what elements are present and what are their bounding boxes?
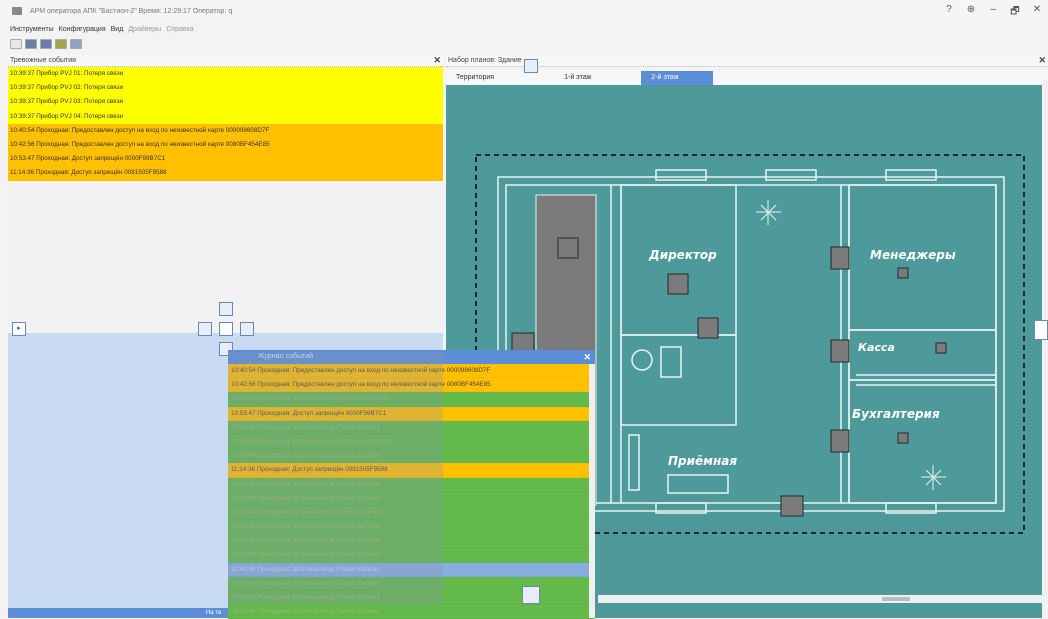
- menu-tools[interactable]: Инструменты: [10, 26, 54, 33]
- journal-scrollbar[interactable]: [589, 364, 595, 618]
- room-label-accounting: Бухгалтерия: [852, 407, 940, 421]
- minimize-button[interactable]: –: [986, 4, 1000, 21]
- settings-icon[interactable]: ⊕: [964, 4, 978, 21]
- dock-preview-overlay: [228, 352, 443, 605]
- dock-right-inner-icon[interactable]: [240, 322, 254, 336]
- help-icon[interactable]: ?: [942, 4, 956, 21]
- menu-configuration[interactable]: Конфигурация: [59, 26, 106, 33]
- alarm-panel-title: Тревожные события: [10, 57, 76, 64]
- plan-panel-title: Набор планов: Здание: [448, 57, 522, 64]
- alarm-list: 10:39:37 Прибор PVJ 01: Потеря связи 10:3…: [8, 67, 443, 181]
- grid-icon[interactable]: [25, 39, 37, 49]
- alarm-events-panel: Тревожные события ✕ 10:39:37 Прибор PVJ …: [8, 55, 443, 333]
- alarm-row[interactable]: 10:39:37 Прибор PVJ 04: Потеря связи: [8, 109, 443, 124]
- menu-drivers[interactable]: Драйверы: [128, 26, 161, 33]
- alarm-row[interactable]: 10:39:37 Прибор PVJ 02: Потеря связи: [8, 81, 443, 96]
- close-icon[interactable]: ✕: [583, 350, 591, 364]
- window-title: АРМ оператора АПК "Бастион-2" Время: 12:…: [30, 7, 233, 15]
- dock-top-guide-icon[interactable]: [524, 59, 538, 73]
- app-icon: [12, 7, 22, 15]
- window-controls: ? ⊕ – 🗗 ✕: [942, 4, 1044, 21]
- alarm-row[interactable]: 10:39:37 Прибор PVJ 03: Потеря связи: [8, 95, 443, 110]
- plan-tabs: Территория 1-й этаж 2-й этаж: [446, 71, 1048, 85]
- plan-horizontal-scrollbar[interactable]: [598, 595, 1048, 603]
- alarm-row[interactable]: 11:14:36 Проходная: Доступ запрещён 0081…: [8, 166, 443, 181]
- room-label-managers: Менеджеры: [870, 248, 956, 262]
- network-icon[interactable]: [70, 39, 82, 49]
- tab-floor-2[interactable]: 2-й этаж: [641, 71, 714, 85]
- dock-left-inner-icon[interactable]: [198, 322, 212, 336]
- status-text: На те: [206, 610, 222, 616]
- tab-floor-1[interactable]: 1-й этаж: [504, 71, 601, 85]
- alarm-row[interactable]: 10:40:54 Проходная: Предоставлен доступ …: [8, 123, 443, 138]
- alarm-row[interactable]: 10:53:47 Проходная: Доступ запрещён 0000…: [8, 152, 443, 167]
- alarm-row[interactable]: 10:39:37 Прибор PVJ 01: Потеря связи: [8, 67, 443, 82]
- room-label-director: Директор: [649, 248, 717, 262]
- toolbar: [0, 37, 82, 51]
- toolbar-dropdown-button[interactable]: [10, 39, 22, 49]
- scroll-thumb[interactable]: [882, 597, 910, 601]
- close-button[interactable]: ✕: [1030, 4, 1044, 21]
- users-icon[interactable]: [55, 39, 67, 49]
- dock-guide-icon[interactable]: [522, 586, 540, 604]
- cards-icon[interactable]: [40, 39, 52, 49]
- room-label-cashier: Касса: [858, 341, 895, 354]
- close-icon[interactable]: ✕: [1038, 55, 1046, 66]
- plan-vertical-scrollbar[interactable]: [1043, 80, 1048, 600]
- menu-bar: Инструменты Конфигурация Вид Драйверы Сп…: [0, 22, 194, 36]
- title-bar: АРМ оператора АПК "Бастион-2" Время: 12:…: [0, 0, 1048, 22]
- menu-view[interactable]: Вид: [111, 26, 124, 33]
- alarm-panel-header: Тревожные события ✕: [8, 55, 443, 67]
- restore-button[interactable]: 🗗: [1008, 4, 1022, 21]
- room-label-reception: Приёмная: [668, 454, 738, 468]
- journal-row[interactable]: 10:43:46 Проходная: Штатный вход Гласис …: [228, 605, 595, 619]
- dock-left-icon[interactable]: ▸: [12, 322, 26, 336]
- close-icon[interactable]: ✕: [433, 55, 441, 66]
- dock-top-icon[interactable]: [219, 302, 233, 316]
- dock-right-icon[interactable]: [1034, 320, 1048, 340]
- menu-help[interactable]: Справка: [166, 26, 193, 33]
- dock-center-icon[interactable]: [219, 322, 233, 336]
- alarm-row[interactable]: 10:42:56 Проходная: Предоставлен доступ …: [8, 137, 443, 153]
- tab-territory[interactable]: Территория: [446, 71, 504, 85]
